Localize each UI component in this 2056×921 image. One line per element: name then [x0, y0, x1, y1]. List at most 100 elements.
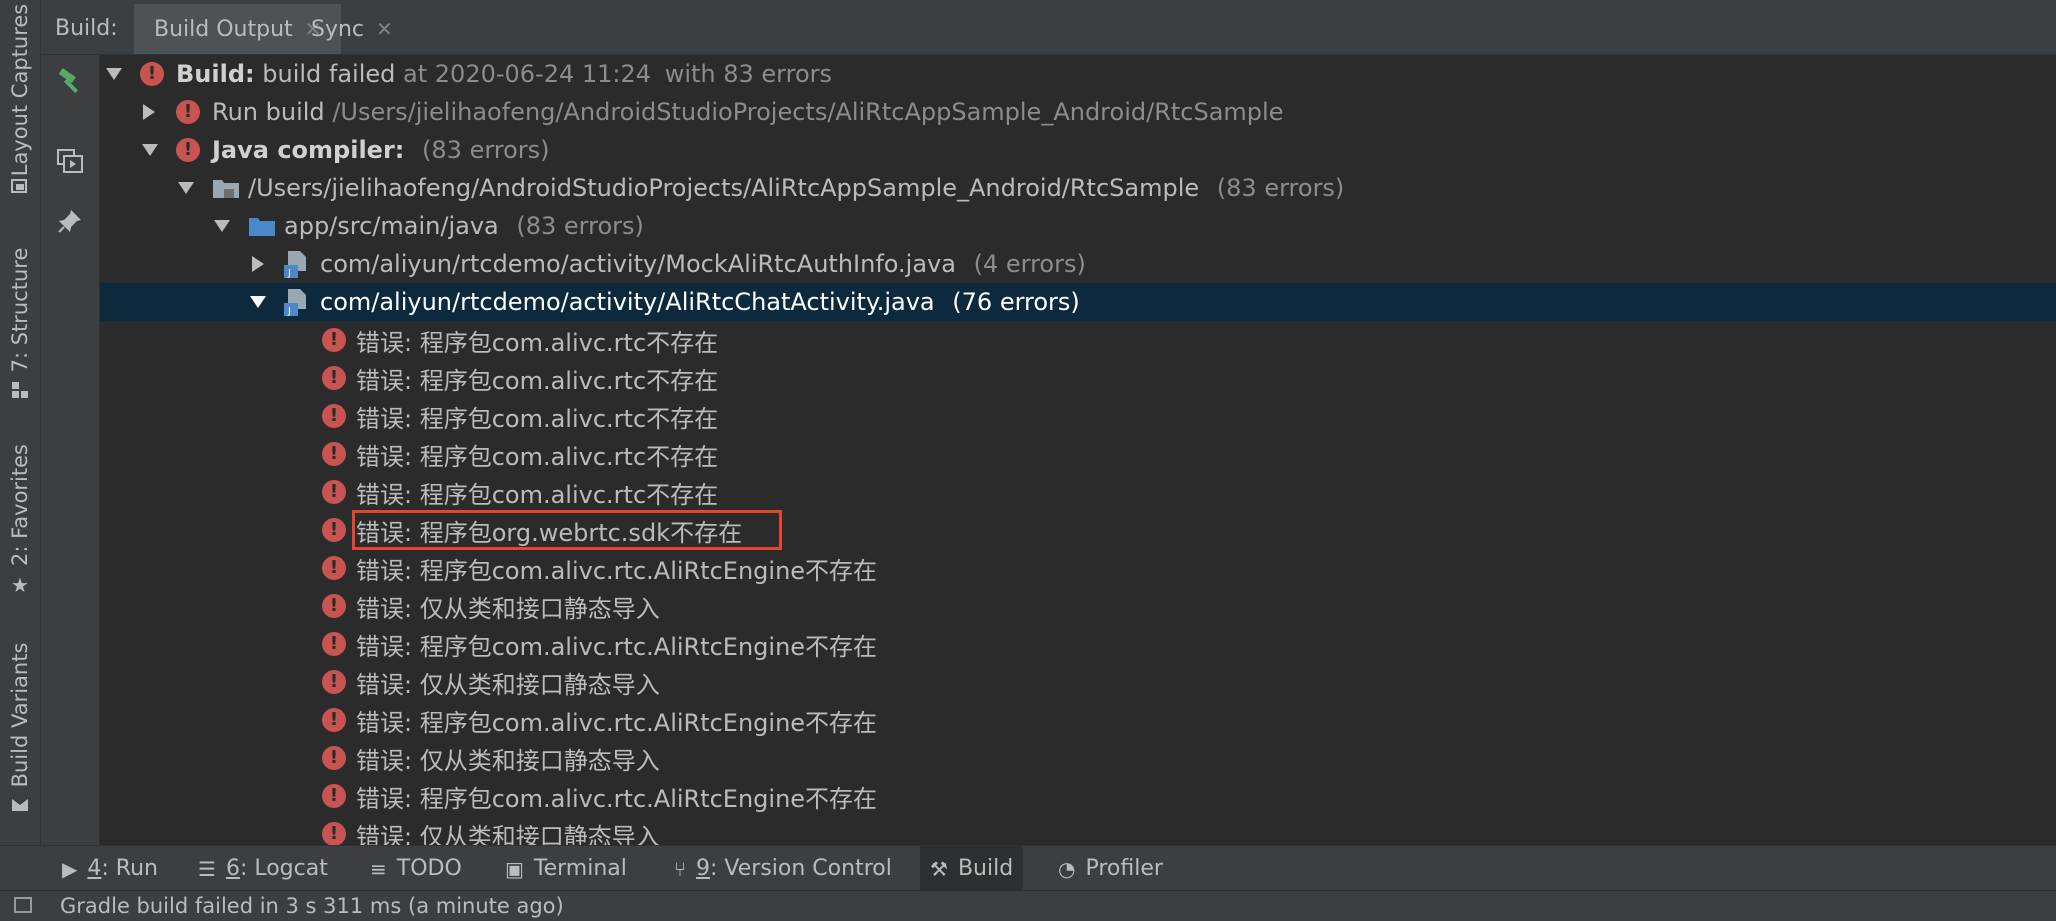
todo-icon: ≡ [370, 856, 387, 881]
chevron-down-icon[interactable] [142, 144, 158, 156]
chevron-right-icon[interactable] [252, 256, 264, 272]
error-message: 错误: 程序包com.alivc.rtc.AliRtcEngine不存在 [356, 632, 878, 661]
tree-node-src[interactable]: app/src/main/java (83 errors) [100, 207, 2056, 245]
bottom-tab-todo[interactable]: ≡ TODO [360, 846, 472, 891]
left-tool-strip: Layout Captures 7: Structure 2: Favorite… [0, 0, 41, 845]
error-message: 错误: 程序包com.alivc.rtc.AliRtcEngine不存在 [356, 784, 878, 813]
error-message: 错误: 仅从类和接口静态导入 [356, 746, 660, 775]
close-icon[interactable]: ✕ [376, 17, 393, 41]
svg-text:J: J [287, 268, 291, 279]
bottom-tab-profiler[interactable]: ◔ Profiler [1048, 846, 1173, 891]
bottom-tab-version-control[interactable]: ⑂ 9: Version Control [664, 846, 902, 891]
project-folder-icon [212, 177, 240, 199]
bottom-tab-terminal[interactable]: ▣ Terminal [495, 846, 637, 891]
error-icon: ! [322, 632, 346, 656]
tree-error-row[interactable]: ! 错误: 程序包com.alivc.rtc.AliRtcEngine不存在 [100, 625, 2056, 663]
node-path: app/src/main/java [284, 212, 499, 240]
chevron-down-icon[interactable] [250, 296, 266, 308]
java-file-icon: J [284, 287, 308, 317]
tab-label: Build Output [154, 16, 293, 42]
tree-error-row[interactable]: ! 错误: 程序包com.alivc.rtc不存在 [100, 397, 2056, 435]
layout-captures-icon [10, 176, 30, 196]
tree-node-java-compiler[interactable]: ! Java compiler: (83 errors) [100, 131, 2056, 169]
tab-label: TODO [396, 856, 462, 881]
tree-error-row[interactable]: ! 错误: 仅从类和接口静态导入 [100, 739, 2056, 777]
sidebar-tab-structure[interactable]: 7: Structure [0, 240, 40, 410]
toggle-view-icon[interactable] [54, 145, 86, 177]
profiler-icon: ◔ [1058, 856, 1076, 881]
node-path: /Users/jielihaofeng/AndroidStudioProject… [332, 98, 1284, 126]
tree-error-row[interactable]: ! 错误: 程序包com.alivc.rtc.AliRtcEngine不存在 [100, 549, 2056, 587]
error-icon: ! [140, 62, 164, 86]
error-icon: ! [322, 556, 346, 580]
tree-node-project[interactable]: /Users/jielihaofeng/AndroidStudioProject… [100, 169, 2056, 207]
chevron-down-icon[interactable] [106, 68, 122, 80]
status-message: Gradle build failed in 3 s 311 ms (a min… [60, 894, 564, 918]
chevron-right-icon[interactable] [143, 104, 155, 120]
tab-label: Profiler [1085, 856, 1163, 881]
annotation-highlight-box [352, 510, 782, 550]
tree-error-row[interactable]: ! 错误: 程序包com.alivc.rtc不存在 [100, 321, 2056, 359]
build-actions-column [41, 55, 100, 845]
tab-label: Sync [311, 16, 365, 42]
error-icon: ! [322, 594, 346, 618]
tree-error-row[interactable]: ! 错误: 仅从类和接口静态导入 [100, 587, 2056, 625]
node-count: (4 errors) [973, 250, 1086, 278]
star-icon: ★ [11, 573, 29, 597]
tab-label: Terminal [533, 856, 627, 881]
error-icon: ! [322, 404, 346, 428]
tree-node-build[interactable]: ! Build: build failed at 2020-06-24 11:2… [100, 55, 2056, 93]
tree-error-row[interactable]: ! 错误: 仅从类和接口静态导入 [100, 663, 2056, 701]
version-control-icon: ⑂ [674, 856, 686, 881]
terminal-icon: ▣ [505, 856, 524, 881]
bottom-tab-build[interactable]: ⚒ Build [920, 846, 1024, 891]
hammer-icon: ⚒ [930, 856, 948, 881]
node-time: at 2020-06-24 11:24 [403, 60, 652, 88]
error-icon: ! [322, 480, 346, 504]
error-icon: ! [322, 442, 346, 466]
tree-node-run-build[interactable]: ! Run build /Users/jielihaofeng/AndroidS… [100, 93, 2056, 131]
hammer-icon[interactable] [54, 65, 86, 97]
tree-node-file-mock-auth[interactable]: J com/aliyun/rtcdemo/activity/MockAliRtc… [100, 245, 2056, 283]
error-message: 错误: 程序包com.alivc.rtc不存在 [356, 366, 719, 395]
tree-error-row[interactable]: ! 错误: 程序包com.alivc.rtc不存在 [100, 473, 2056, 511]
tab-label: : Logcat [239, 856, 328, 881]
sidebar-tab-favorites[interactable]: 2: Favorites ★ [0, 440, 40, 610]
error-message: 错误: 仅从类和接口静态导入 [356, 822, 660, 846]
error-message: 错误: 程序包com.alivc.rtc不存在 [356, 404, 719, 433]
error-message: 错误: 程序包com.alivc.rtc不存在 [356, 328, 719, 357]
error-icon: ! [322, 708, 346, 732]
error-icon: ! [322, 518, 346, 542]
error-message: 错误: 仅从类和接口静态导入 [356, 670, 660, 699]
sidebar-tab-label: 7: Structure [8, 247, 32, 373]
pin-icon[interactable] [54, 205, 86, 237]
chevron-down-icon[interactable] [178, 182, 194, 194]
bottom-tab-run[interactable]: ▶ 4: Run [52, 846, 168, 891]
source-folder-icon [248, 215, 276, 237]
tree-node-file-chat-activity[interactable]: J com/aliyun/rtcdemo/activity/AliRtcChat… [100, 283, 2056, 321]
tree-error-row[interactable]: ! 错误: 程序包com.alivc.rtc.AliRtcEngine不存在 [100, 701, 2056, 739]
error-icon: ! [322, 746, 346, 770]
tree-error-row[interactable]: ! 错误: 程序包com.alivc.rtc不存在 [100, 359, 2056, 397]
sidebar-tab-build-variants[interactable]: Build Variants [0, 640, 40, 820]
build-output-tree: ! Build: build failed at 2020-06-24 11:2… [100, 55, 2056, 845]
bottom-tab-logcat[interactable]: ☰ 6: Logcat [188, 846, 338, 891]
sidebar-tab-layout-captures[interactable]: Layout Captures [0, 0, 40, 200]
node-count: (76 errors) [952, 288, 1080, 316]
svg-text:J: J [287, 306, 291, 317]
structure-icon [10, 380, 30, 400]
tab-mnemonic: 6 [225, 856, 240, 881]
sidebar-tab-label: Build Variants [8, 642, 32, 788]
run-icon: ▶ [62, 856, 78, 881]
tab-sync[interactable]: Sync ✕ [291, 4, 413, 54]
tree-error-row[interactable]: ! 错误: 仅从类和接口静态导入 [100, 815, 2056, 845]
chevron-down-icon[interactable] [214, 220, 230, 232]
error-message: 错误: 程序包com.alivc.rtc不存在 [356, 480, 719, 509]
tree-error-row[interactable]: ! 错误: 程序包com.alivc.rtc不存在 [100, 435, 2056, 473]
tree-error-row[interactable]: ! 错误: 程序包com.alivc.rtc.AliRtcEngine不存在 [100, 777, 2056, 815]
error-message: 错误: 仅从类和接口静态导入 [356, 594, 660, 623]
node-text: build failed [262, 60, 396, 88]
error-message: 错误: 程序包com.alivc.rtc.AliRtcEngine不存在 [356, 708, 878, 737]
tool-window-toggle-icon[interactable] [14, 897, 32, 913]
error-message: 错误: 程序包com.alivc.rtc不存在 [356, 442, 719, 471]
